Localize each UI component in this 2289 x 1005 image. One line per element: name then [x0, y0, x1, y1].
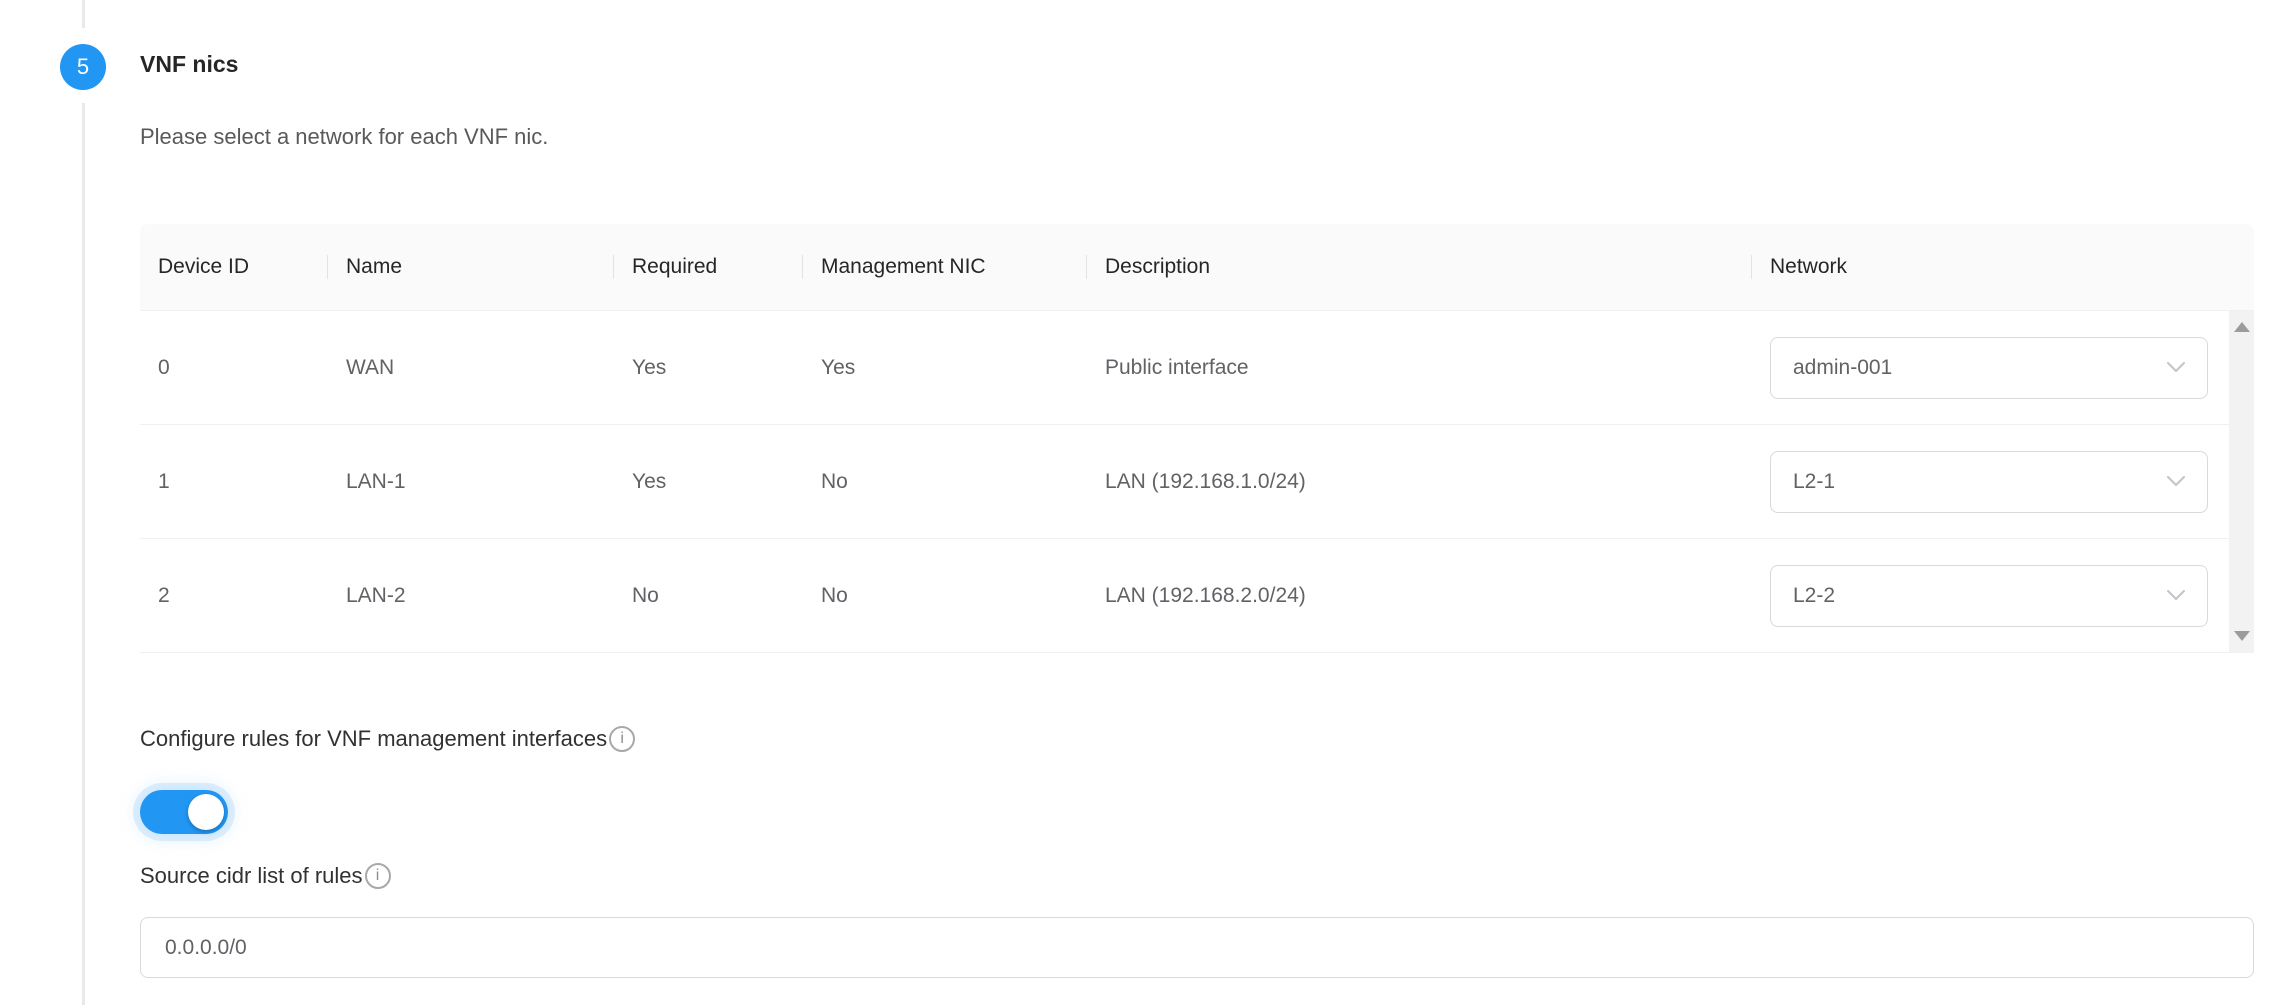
- table-header: Device ID Name Required Management NIC D…: [140, 224, 2254, 311]
- cell-network: admin-001: [1752, 337, 2254, 399]
- management-rules-toggle[interactable]: [140, 790, 228, 834]
- source-cidr-input[interactable]: [140, 917, 2254, 978]
- section-title: VNF nics: [140, 51, 238, 78]
- cell-management-nic: No: [803, 470, 1087, 494]
- cell-name: WAN: [328, 356, 614, 380]
- table-row: 1 LAN-1 Yes No LAN (192.168.1.0/24) L2-1: [140, 425, 2254, 539]
- network-select-value: L2-1: [1793, 470, 1835, 494]
- cell-description: LAN (192.168.2.0/24): [1087, 584, 1752, 608]
- configure-rules-label: Configure rules for VNF management inter…: [140, 726, 635, 752]
- cell-device-id: 2: [140, 584, 328, 608]
- step-rail-top: [82, 0, 85, 28]
- toggle-knob: [188, 794, 224, 830]
- cell-network: L2-1: [1752, 451, 2254, 513]
- configure-rules-label-text: Configure rules for VNF management inter…: [140, 726, 607, 752]
- vnf-wizard-page: 5 VNF nics Please select a network for e…: [0, 0, 2289, 1005]
- chevron-down-icon: [2167, 476, 2185, 487]
- cell-required: Yes: [614, 470, 803, 494]
- cell-management-nic: No: [803, 584, 1087, 608]
- info-icon[interactable]: i: [365, 863, 391, 889]
- cell-description: Public interface: [1087, 356, 1752, 380]
- cell-management-nic: Yes: [803, 356, 1087, 380]
- info-icon[interactable]: i: [609, 726, 635, 752]
- scroll-down-icon[interactable]: [2234, 631, 2250, 641]
- chevron-down-icon: [2167, 590, 2185, 601]
- scroll-up-icon[interactable]: [2234, 322, 2250, 332]
- network-select[interactable]: admin-001: [1770, 337, 2208, 399]
- cell-name: LAN-1: [328, 470, 614, 494]
- column-header-network: Network: [1752, 255, 2254, 279]
- table-row: 0 WAN Yes Yes Public interface admin-001: [140, 311, 2254, 425]
- cell-name: LAN-2: [328, 584, 614, 608]
- column-header-required: Required: [614, 255, 803, 279]
- step-rail-bottom: [82, 103, 85, 1005]
- cell-device-id: 0: [140, 356, 328, 380]
- column-header-name: Name: [328, 255, 614, 279]
- source-cidr-label-text: Source cidr list of rules: [140, 863, 363, 889]
- cell-network: L2-2: [1752, 565, 2254, 627]
- source-cidr-label: Source cidr list of rulesi: [140, 863, 391, 889]
- step-number: 5: [77, 54, 89, 80]
- table-scrollbar[interactable]: [2229, 311, 2254, 652]
- column-header-management-nic: Management NIC: [803, 255, 1087, 279]
- network-select-value: admin-001: [1793, 356, 1892, 380]
- cell-required: No: [614, 584, 803, 608]
- table-row: 2 LAN-2 No No LAN (192.168.2.0/24) L2-2: [140, 539, 2254, 653]
- cell-device-id: 1: [140, 470, 328, 494]
- cell-required: Yes: [614, 356, 803, 380]
- network-select[interactable]: L2-2: [1770, 565, 2208, 627]
- column-header-description: Description: [1087, 255, 1752, 279]
- network-select[interactable]: L2-1: [1770, 451, 2208, 513]
- vnf-nics-table: Device ID Name Required Management NIC D…: [140, 224, 2254, 653]
- network-select-value: L2-2: [1793, 584, 1835, 608]
- table-body: 0 WAN Yes Yes Public interface admin-001…: [140, 311, 2254, 653]
- column-header-device-id: Device ID: [140, 255, 328, 279]
- section-subtitle: Please select a network for each VNF nic…: [140, 124, 548, 150]
- chevron-down-icon: [2167, 362, 2185, 373]
- step-indicator: 5: [60, 44, 106, 90]
- cell-description: LAN (192.168.1.0/24): [1087, 470, 1752, 494]
